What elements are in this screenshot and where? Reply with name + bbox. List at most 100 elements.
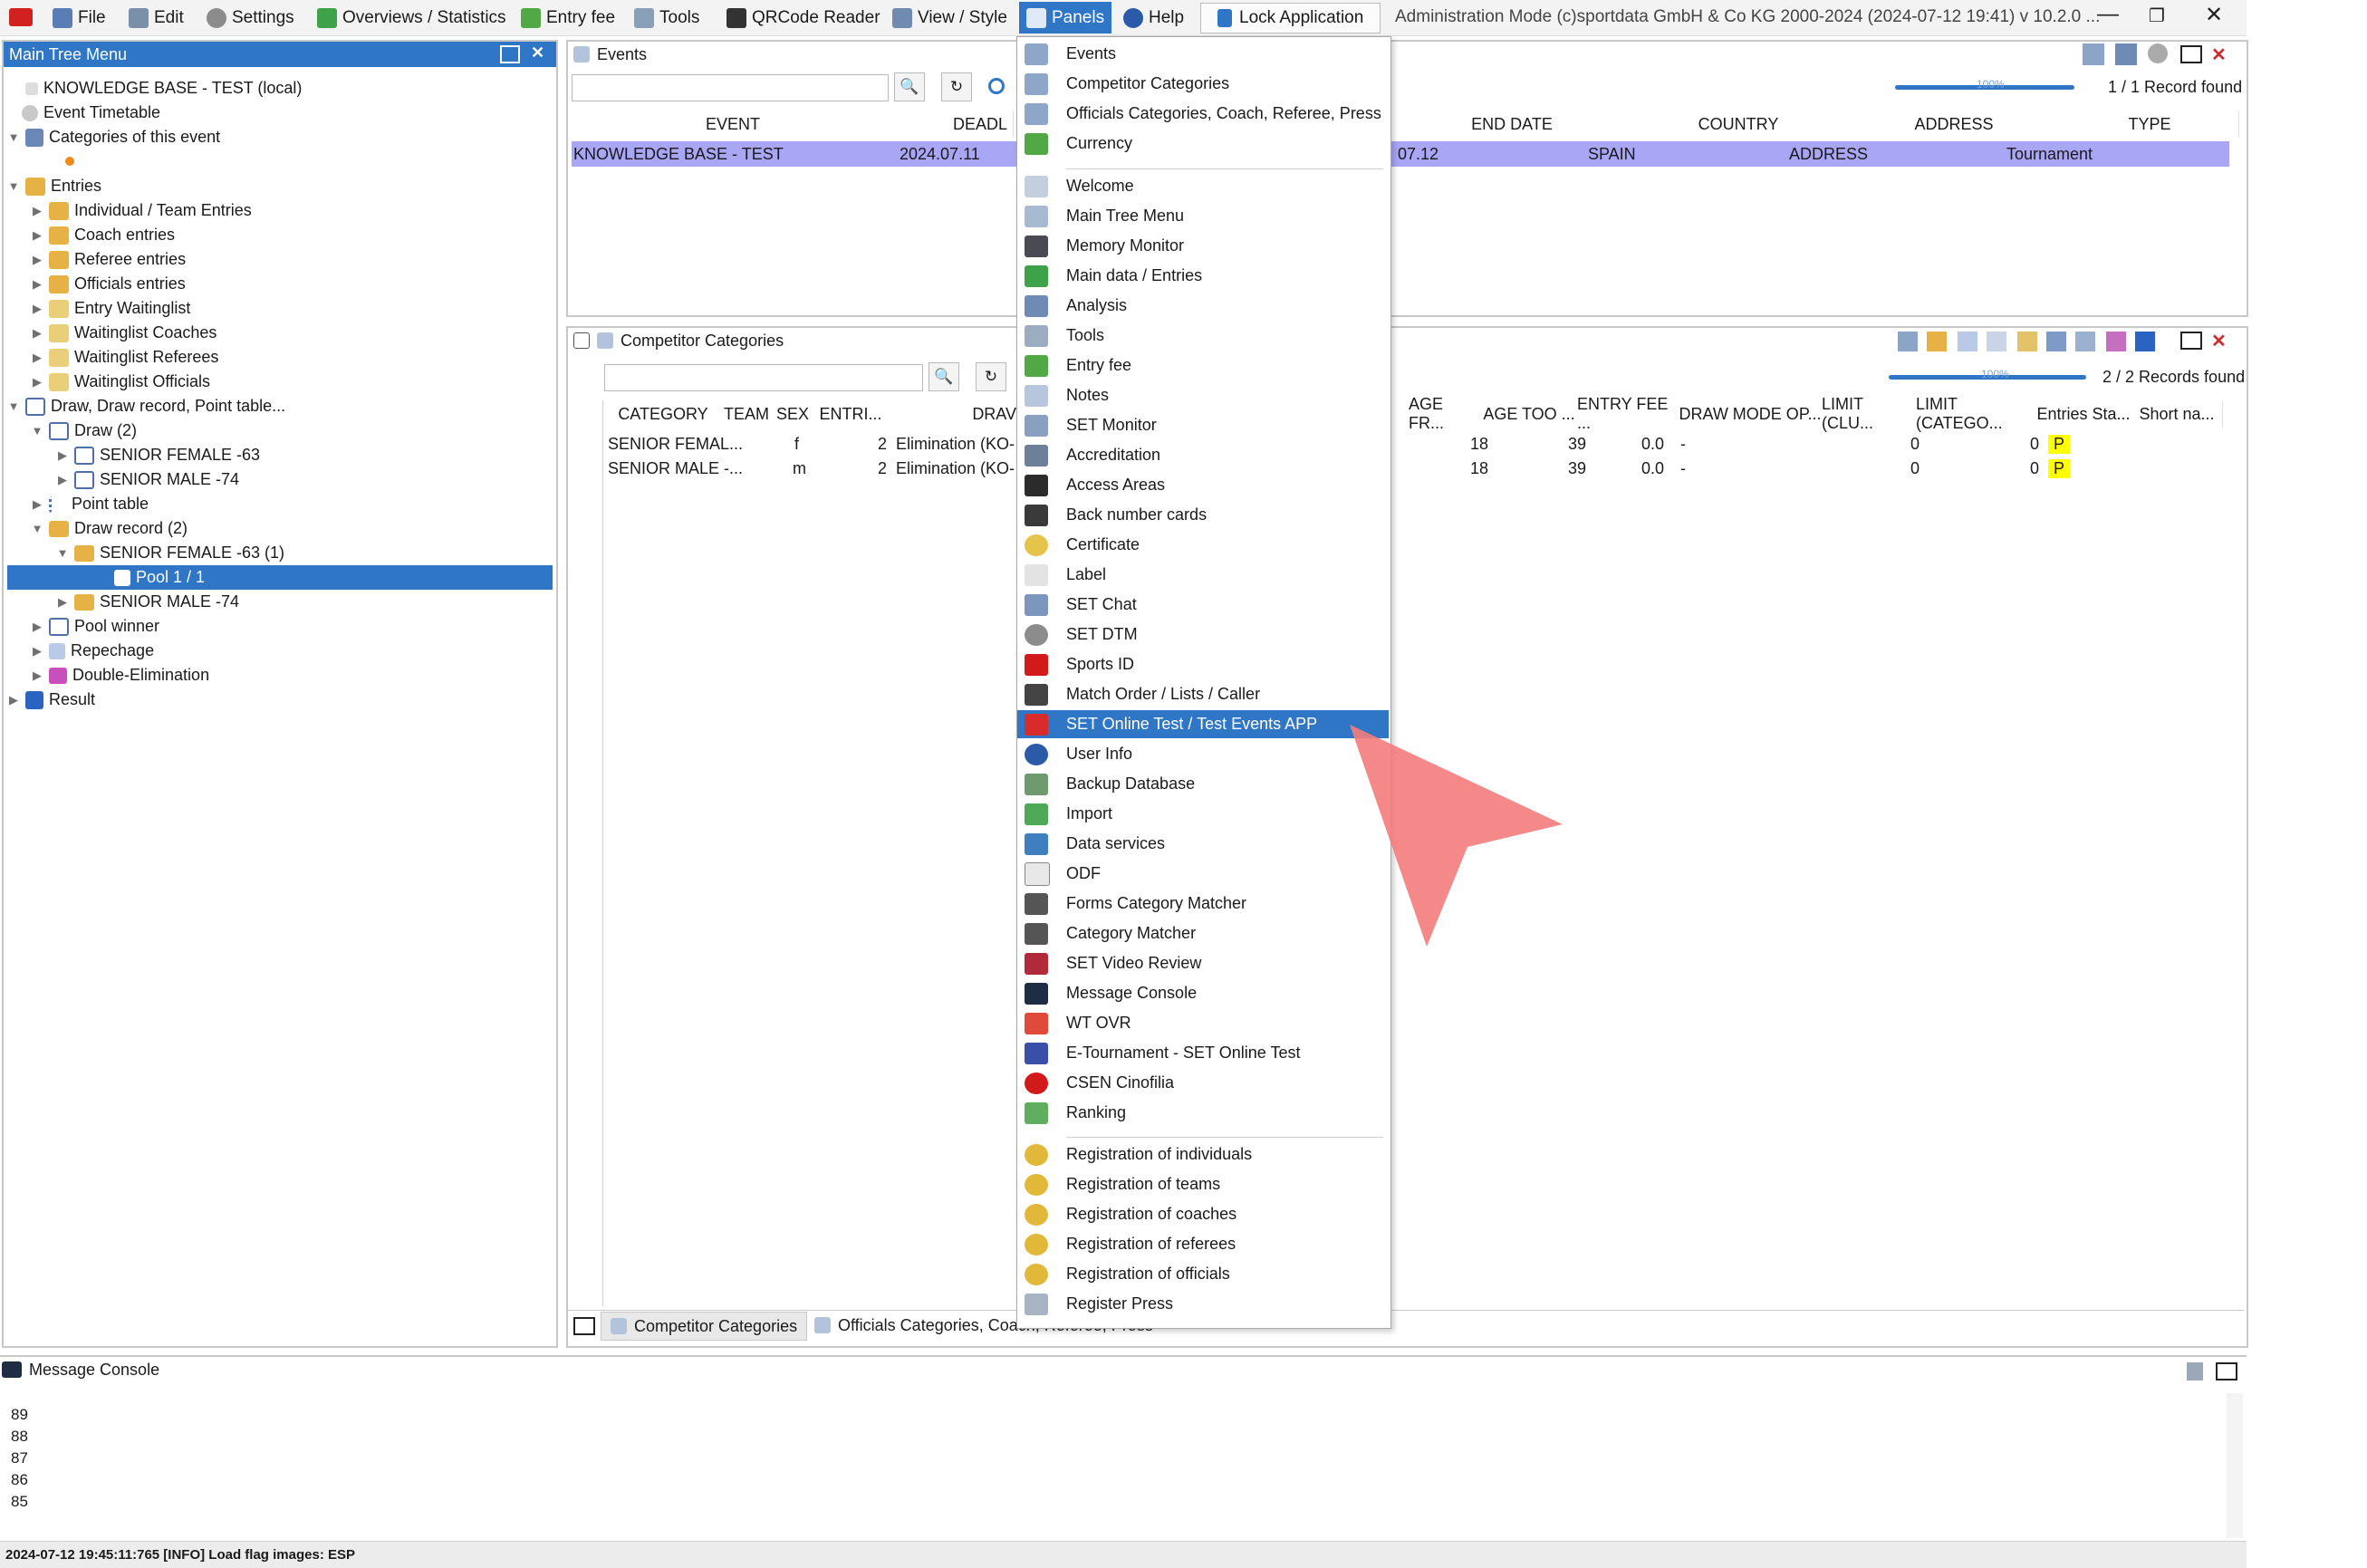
menu-item-set-monitor[interactable]: SET Monitor — [1017, 411, 1389, 439]
menu-item-welcome[interactable]: Welcome — [1017, 172, 1389, 200]
menu-item-certificate[interactable]: Certificate — [1017, 531, 1389, 559]
categories-search-button[interactable]: 🔍 — [929, 362, 959, 391]
tree-item-point-table[interactable]: ▶ Point table — [31, 492, 149, 516]
menu-item-main-tree[interactable]: Main Tree Menu — [1017, 202, 1389, 230]
expand-icon[interactable]: ▼ — [7, 399, 20, 413]
restore-icon[interactable]: ❐ — [2149, 5, 2165, 27]
table-row[interactable]: SENIOR MALE -... m 2 Elimination (KO- 18… — [604, 457, 2226, 481]
categories-refresh-button[interactable]: ↻ — [976, 362, 1006, 391]
menu-item-csen-cinofilia[interactable]: CSEN Cinofilia — [1017, 1069, 1389, 1097]
tree-item-categories[interactable]: ▼ Categories of this event — [7, 125, 220, 149]
menu-item-back-number-cards[interactable]: Back number cards — [1017, 501, 1389, 529]
menu-item-registration-referees[interactable]: Registration of referees — [1017, 1230, 1389, 1258]
tree-item-draw-senior-male[interactable]: ▶ SENIOR MALE -74 — [56, 467, 239, 492]
col-header-entries-status[interactable]: Entries Sta... — [2035, 400, 2132, 428]
menu-item-data-services[interactable]: Data services — [1017, 830, 1389, 858]
stack-icon[interactable] — [2075, 332, 2095, 351]
tree-item-pool-1[interactable]: Pool 1 / 1 — [7, 565, 553, 590]
menu-item-accreditation[interactable]: Accreditation — [1017, 441, 1389, 469]
menu-item-category-matcher[interactable]: Category Matcher — [1017, 919, 1389, 948]
tree-item-individual-team[interactable]: ▶ Individual / Team Entries — [31, 198, 252, 223]
menu-item-currency[interactable]: Currency — [1017, 130, 1389, 158]
copy-icon[interactable] — [1927, 332, 1947, 351]
tree-item-draw-section[interactable]: ▼ Draw, Draw record, Point table... — [7, 394, 285, 418]
col-header-event[interactable]: EVENT — [570, 111, 897, 138]
col-header-deadline[interactable]: DEADL — [896, 111, 1014, 138]
menu-item-analysis[interactable]: Analysis — [1017, 292, 1389, 320]
menu-view-style[interactable]: View / Style — [892, 4, 1007, 32]
expand-icon[interactable]: ▼ — [56, 546, 69, 560]
tree-item-pool-winner[interactable]: ▶ Pool winner — [31, 614, 159, 639]
col-header-address[interactable]: ADDRESS — [1847, 111, 2062, 138]
radio-option[interactable] — [988, 78, 1005, 94]
tree-item-officials-entries[interactable]: ▶ Officials entries — [31, 272, 186, 296]
menu-item-forms-category-matcher[interactable]: Forms Category Matcher — [1017, 890, 1389, 918]
maximize-icon[interactable] — [2180, 332, 2202, 350]
table-row[interactable]: SENIOR FEMAL... f 2 Elimination (KO- 18 … — [604, 433, 2226, 457]
col-header-category[interactable]: CATEGORY — [604, 400, 723, 428]
menu-item-set-chat[interactable]: SET Chat — [1017, 591, 1389, 619]
close-icon[interactable]: ✕ — [2211, 43, 2227, 66]
menu-item-set-dtm[interactable]: SET DTM — [1017, 620, 1389, 649]
close-icon[interactable]: ✕ — [2211, 330, 2227, 352]
menu-item-entry-fee[interactable]: Entry fee — [1017, 351, 1389, 380]
menu-item-odf[interactable]: ODF — [1017, 860, 1389, 888]
refresh-icon[interactable] — [2148, 43, 2168, 63]
tree-item-record-senior-male[interactable]: ▶ SENIOR MALE -74 — [56, 590, 239, 614]
col-header-team[interactable]: TEAM — [722, 400, 772, 428]
export-icon[interactable] — [2083, 43, 2104, 65]
menu-overviews[interactable]: Overviews / Statistics — [317, 4, 506, 32]
tree-item-draw-record[interactable]: ▼ Draw record (2) — [31, 516, 188, 541]
col-header-type[interactable]: TYPE — [2061, 111, 2239, 138]
menu-qrcode[interactable]: QRCode Reader — [726, 4, 880, 32]
menu-item-notes[interactable]: Notes — [1017, 381, 1389, 409]
menu-item-officials-categories[interactable]: Officials Categories, Coach, Referee, Pr… — [1017, 100, 1389, 128]
report-icon[interactable] — [2135, 332, 2155, 351]
tree-item-entry-waitinglist[interactable]: ▶ Entry Waitinglist — [31, 296, 190, 321]
menu-help[interactable]: Help — [1123, 4, 1184, 32]
menu-edit[interactable]: Edit — [129, 4, 184, 32]
col-header-short-name[interactable]: Short na... — [2131, 400, 2223, 428]
expand-icon[interactable]: ▼ — [31, 424, 43, 438]
minimize-icon[interactable]: — — [2097, 2, 2119, 27]
menu-item-ranking[interactable]: Ranking — [1017, 1099, 1389, 1127]
col-header-sex[interactable]: SEX — [771, 400, 815, 428]
col-header-limit-category[interactable]: LIMIT (CATEGO... — [1916, 395, 2036, 432]
table-row[interactable]: KNOWLEDGE BASE - TEST 2024.07.11 07.12 S… — [572, 141, 2229, 167]
tree-item-event-timetable[interactable]: Event Timetable — [22, 101, 160, 125]
tree-item-coach-entries[interactable]: ▶ Coach entries — [31, 223, 175, 247]
lock-application-button[interactable]: Lock Application — [1200, 3, 1381, 34]
menu-item-set-video-review[interactable]: SET Video Review — [1017, 949, 1389, 977]
expand-icon[interactable]: ▼ — [7, 179, 20, 193]
menu-settings[interactable]: Settings — [207, 4, 294, 32]
events-search-button[interactable]: 🔍 — [894, 72, 925, 101]
menu-item-registration-individuals[interactable]: Registration of individuals — [1017, 1140, 1389, 1169]
menu-item-register-press[interactable]: Register Press — [1017, 1290, 1389, 1318]
close-window-icon[interactable]: ✕ — [2205, 2, 2223, 28]
tree-item-record-senior-female[interactable]: ▼ SENIOR FEMALE -63 (1) — [56, 541, 284, 565]
col-header-limit-club[interactable]: LIMIT (CLU... — [1822, 395, 1917, 432]
menu-item-registration-officials[interactable]: Registration of officials — [1017, 1260, 1389, 1288]
export-icon[interactable] — [1898, 332, 1918, 351]
menu-item-events[interactable]: Events — [1017, 40, 1389, 68]
tab-competitor-categories[interactable]: Competitor Categories — [601, 1312, 808, 1341]
menu-item-competitor-categories[interactable]: Competitor Categories — [1017, 70, 1389, 98]
categories-search-input[interactable] — [604, 364, 923, 391]
menu-item-registration-coaches[interactable]: Registration of coaches — [1017, 1200, 1389, 1228]
events-refresh-button[interactable]: ↻ — [941, 72, 972, 101]
col-header-entry-fee[interactable]: ENTRY FEE ... — [1577, 395, 1679, 432]
expand-icon[interactable]: ▼ — [31, 522, 43, 535]
menu-item-wt-ovr[interactable]: WT OVR — [1017, 1009, 1389, 1037]
menu-item-import[interactable]: Import — [1017, 800, 1389, 828]
expand-icon[interactable]: ▼ — [7, 130, 20, 144]
menu-item-main-data[interactable]: Main data / Entries — [1017, 262, 1389, 290]
menu-file[interactable]: File — [53, 4, 106, 32]
table-icon[interactable] — [2046, 332, 2066, 351]
menu-panels[interactable]: Panels — [1019, 2, 1112, 34]
col-header-entries[interactable]: ENTRI... — [814, 400, 888, 428]
col-header-end-date[interactable]: END DATE — [1394, 111, 1631, 138]
menu-item-message-console[interactable]: Message Console — [1017, 979, 1389, 1007]
close-icon[interactable]: ✕ — [531, 43, 544, 63]
menu-item-sports-id[interactable]: Sports ID — [1017, 650, 1389, 678]
maximize-icon[interactable] — [2180, 45, 2202, 63]
